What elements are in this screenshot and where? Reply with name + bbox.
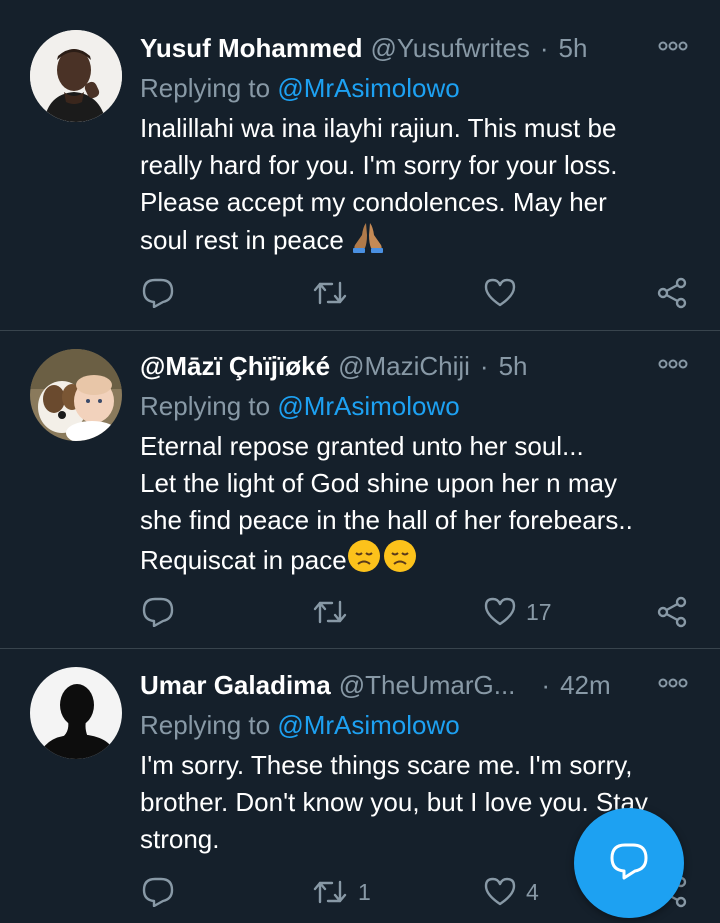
share-icon xyxy=(656,277,688,309)
mention-link[interactable]: @MrAsimolowo xyxy=(277,391,459,421)
reply-icon xyxy=(142,877,174,907)
tweet[interactable]: @Māzï Çhïjïøké @MaziChiji · 5h Replying … xyxy=(0,331,720,649)
retweet-button[interactable]: 1 xyxy=(312,875,371,909)
replying-to-label: Replying to xyxy=(140,73,278,103)
avatar[interactable] xyxy=(30,349,122,441)
like-count: 4 xyxy=(526,878,539,905)
replying-to: Replying to @MrAsimolowo xyxy=(140,389,690,423)
tweet-text-line: really hard for you. I'm sorry for your … xyxy=(140,150,618,180)
more-options-icon[interactable] xyxy=(658,357,688,371)
like-button[interactable]: 17 xyxy=(484,595,552,629)
share-icon xyxy=(656,596,688,628)
replying-to: Replying to @MrAsimolowo xyxy=(140,708,690,742)
author-name[interactable]: @Māzï Çhïjïøké xyxy=(140,351,330,382)
reply-button[interactable] xyxy=(142,875,174,909)
tweet[interactable]: Yusuf Mohammed @Yusufwrites · 5h Replyin… xyxy=(0,0,720,331)
replying-to-label: Replying to xyxy=(140,710,278,740)
compose-reply-button[interactable] xyxy=(574,808,684,918)
avatar[interactable] xyxy=(30,30,122,122)
tweet-text: Eternal repose granted unto her soul... … xyxy=(140,428,690,583)
reply-button[interactable] xyxy=(142,276,174,310)
tweet-text-line: Inalillahi wa ina ilayhi rajiun. This mu… xyxy=(140,113,617,143)
folded-hands-emoji-icon xyxy=(351,221,385,263)
reply-icon xyxy=(142,597,174,627)
timestamp[interactable]: 42m xyxy=(560,670,611,701)
more-options-icon[interactable] xyxy=(658,676,688,690)
timestamp[interactable]: 5h xyxy=(559,33,588,64)
tweet-text-line: soul rest in peace xyxy=(140,225,344,255)
mention-link[interactable]: @MrAsimolowo xyxy=(277,710,459,740)
heart-icon xyxy=(484,597,516,627)
tweet-text: Inalillahi wa ina ilayhi rajiun. This mu… xyxy=(140,110,690,263)
reply-button[interactable] xyxy=(142,595,174,629)
retweet-icon xyxy=(312,878,348,906)
separator: · xyxy=(539,32,549,63)
tweet-text-line: Let the light of God shine upon her n ma… xyxy=(140,468,617,498)
retweet-icon xyxy=(312,279,348,307)
like-button[interactable]: 4 xyxy=(484,875,539,909)
author-handle[interactable]: @TheUmarG... xyxy=(339,670,516,701)
share-button[interactable] xyxy=(656,276,688,310)
share-button[interactable] xyxy=(656,595,688,629)
replying-to: Replying to @MrAsimolowo xyxy=(140,71,690,105)
reply-icon xyxy=(142,278,174,308)
tweet-actions: 17 xyxy=(140,595,700,629)
more-options-icon[interactable] xyxy=(658,39,688,53)
author-handle[interactable]: @MaziChiji xyxy=(338,351,470,382)
separator: · xyxy=(479,350,489,381)
author-name[interactable]: Umar Galadima xyxy=(140,670,331,701)
tweet-text-line: she find peace in the hall of her forebe… xyxy=(140,505,633,535)
author-name[interactable]: Yusuf Mohammed xyxy=(140,33,362,64)
like-count: 17 xyxy=(526,598,552,625)
replying-to-label: Replying to xyxy=(140,391,278,421)
mention-link[interactable]: @MrAsimolowo xyxy=(277,73,459,103)
heart-icon xyxy=(484,278,516,308)
tweet-actions xyxy=(140,276,700,310)
retweet-button[interactable] xyxy=(312,595,348,629)
compose-reply-icon xyxy=(609,842,649,885)
tweet-text-line: Requiscat in pace xyxy=(140,545,347,575)
like-button[interactable] xyxy=(484,276,526,310)
author-handle[interactable]: @Yusufwrites xyxy=(370,33,529,64)
disappointed-face-emoji-icon xyxy=(347,539,417,583)
retweet-button[interactable] xyxy=(312,276,348,310)
tweet-text-line: Eternal repose granted unto her soul... xyxy=(140,431,584,461)
separator: · xyxy=(541,669,551,700)
heart-icon xyxy=(484,877,516,907)
timestamp[interactable]: 5h xyxy=(499,351,528,382)
tweet-text-line: Please accept my condolences. May her xyxy=(140,187,607,217)
avatar[interactable] xyxy=(30,667,122,759)
tweet-text-line: I'm sorry. These things scare me. I'm so… xyxy=(140,750,633,780)
retweet-icon xyxy=(312,598,348,626)
retweet-count: 1 xyxy=(358,878,371,905)
